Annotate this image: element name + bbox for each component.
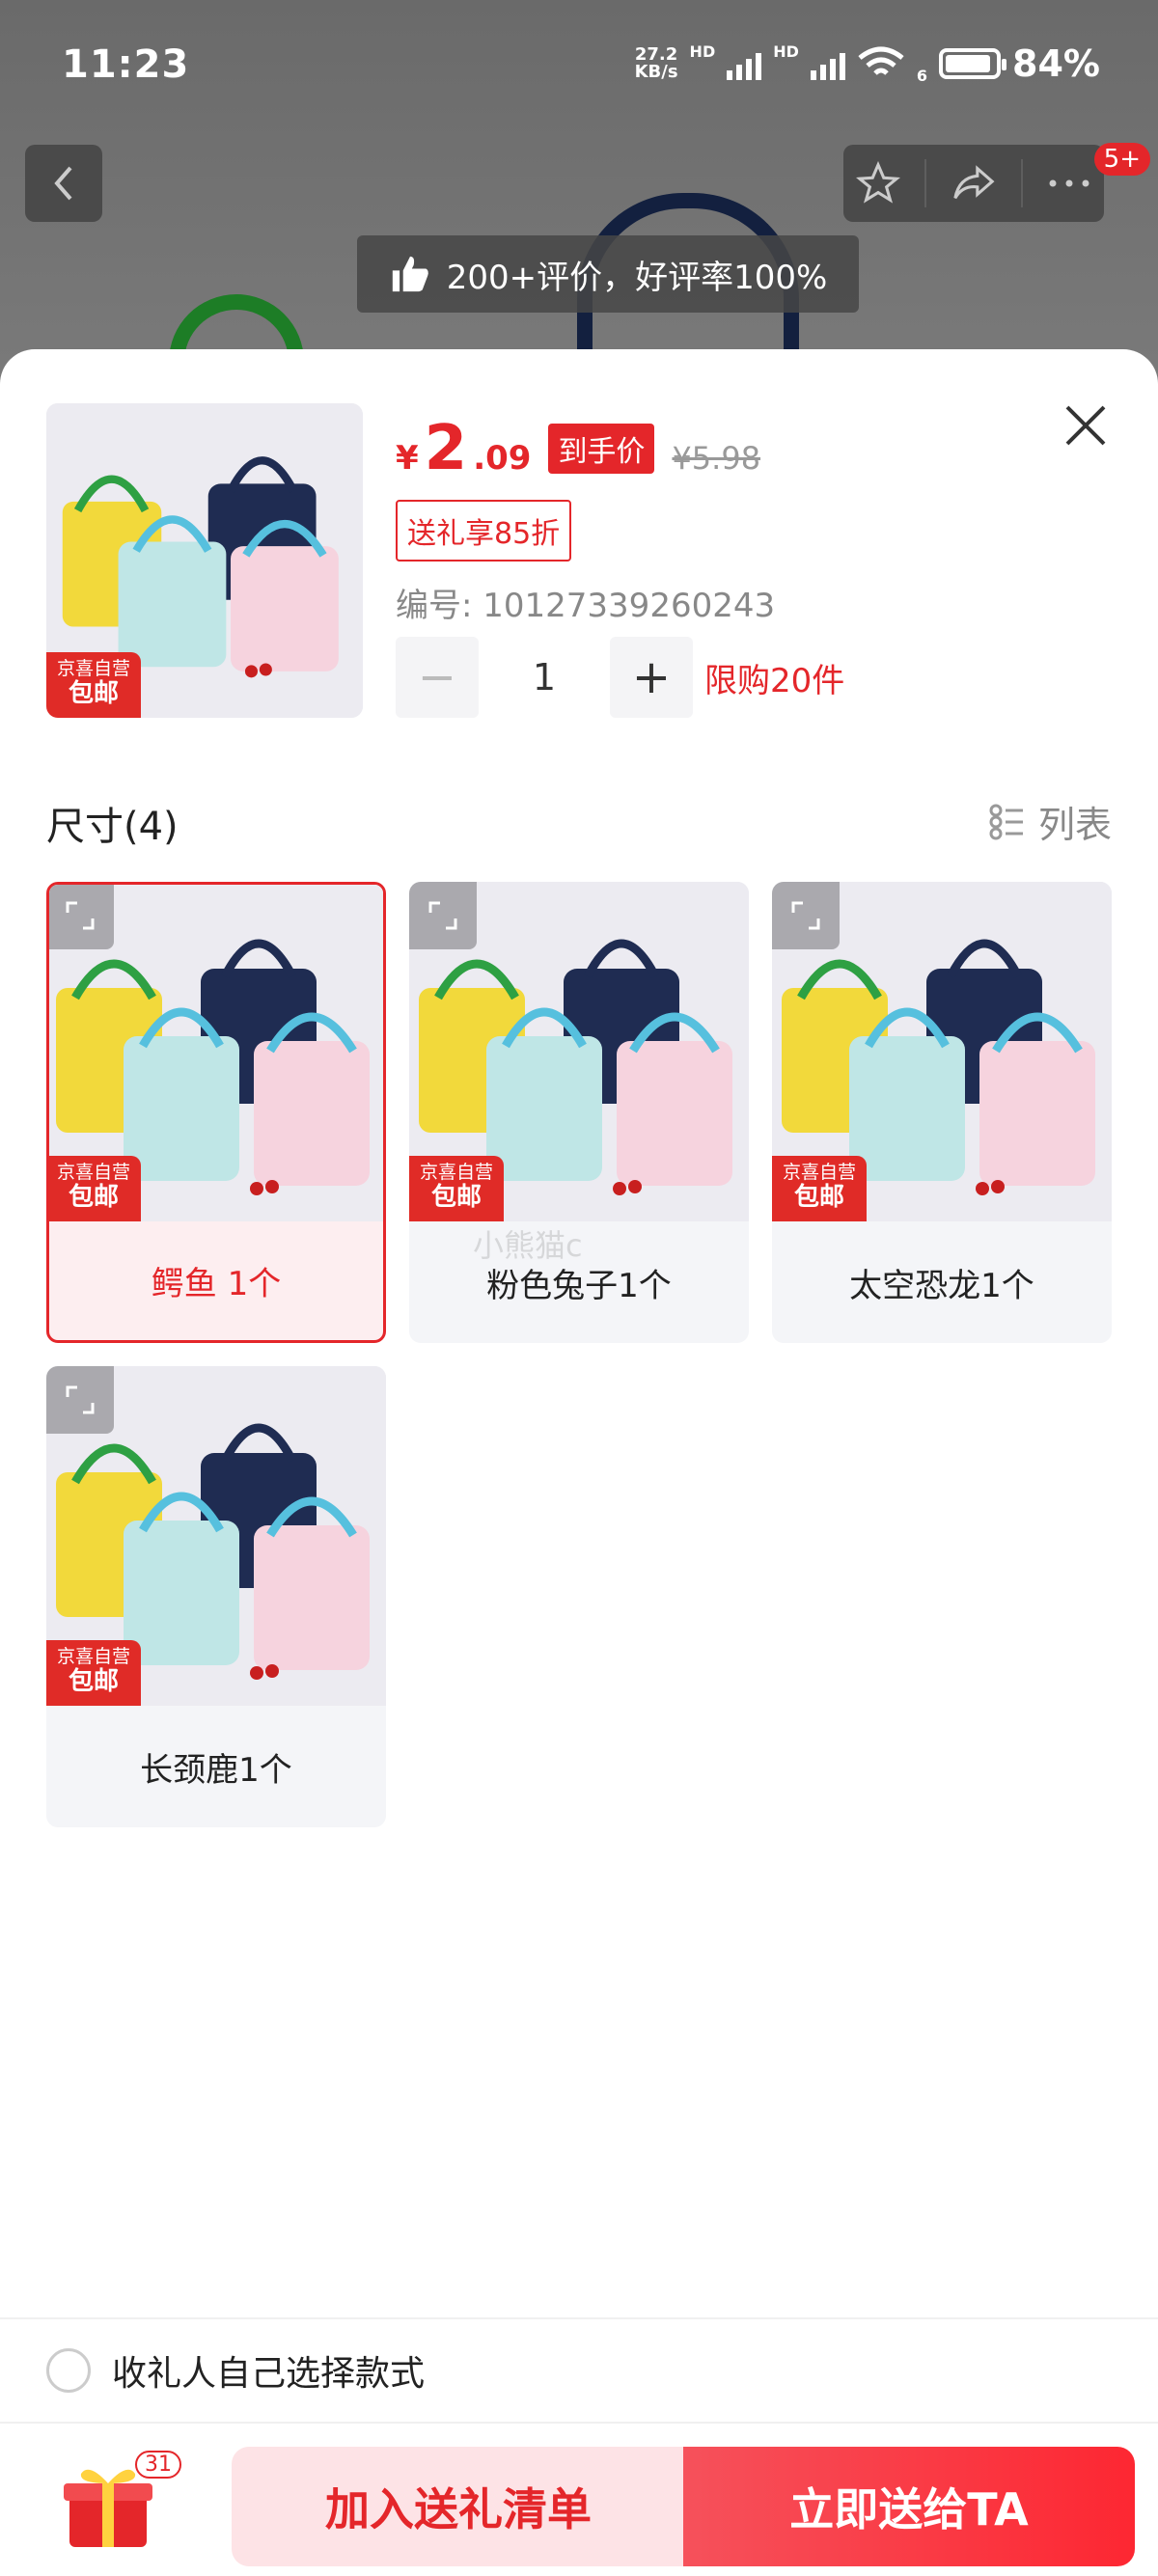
recipient-choose-radio[interactable] <box>46 2348 91 2393</box>
increase-quantity-button[interactable]: + <box>610 637 693 718</box>
badge-line1: 京喜自营 <box>56 1646 130 1667</box>
expand-icon <box>66 1385 95 1414</box>
hd-label-2: HD <box>773 42 799 61</box>
thumbs-up-icon <box>392 256 428 292</box>
purchase-limit: 限购20件 <box>704 661 845 700</box>
quantity-stepper: − 1 + 限购20件 <box>396 637 844 718</box>
badge-line1: 京喜自营 <box>782 1162 856 1183</box>
jx-self-operated-badge: 京喜自营 包邮 <box>772 1156 867 1221</box>
jx-self-operated-badge: 京喜自营 包邮 <box>46 1640 141 1706</box>
network-speed-unit: KB/s <box>634 62 678 82</box>
network-speed: 27.2 KB/s <box>635 46 678 81</box>
add-to-gift-list-button[interactable]: 加入送礼清单 <box>232 2447 685 2566</box>
battery-icon <box>939 48 1007 79</box>
expand-image-button[interactable] <box>46 1366 114 1434</box>
sku-option-card[interactable]: 京喜自营 包邮 长颈鹿1个 <box>46 1366 386 1827</box>
battery-level: 84% <box>1012 42 1100 85</box>
review-text: 200+评价，好评率100% <box>446 258 828 297</box>
product-thumbnail[interactable]: 京喜自营 包邮 <box>46 403 363 718</box>
badge-line2: 包邮 <box>68 1183 119 1212</box>
signal-icon-2 <box>810 47 845 80</box>
notification-badge: 5+ <box>1093 143 1150 176</box>
jx-self-operated-badge: 京喜自营 包邮 <box>409 1156 504 1221</box>
expand-icon <box>428 901 457 930</box>
jx-self-operated-badge: 京喜自营 包邮 <box>46 652 141 718</box>
hd-label: HD <box>689 42 716 61</box>
quantity-value[interactable]: 1 <box>479 656 610 699</box>
badge-line1: 京喜自营 <box>56 1162 130 1183</box>
final-price-tag: 到手价 <box>548 424 655 474</box>
expand-icon <box>66 901 95 930</box>
size-section-title: 尺寸(4) <box>46 805 179 849</box>
send-gift-now-button[interactable]: 立即送给TA <box>683 2447 1135 2566</box>
sku-option-image: 京喜自营 包邮 <box>409 882 749 1221</box>
list-toggle-label: 列表 <box>1037 804 1112 846</box>
jx-self-operated-badge: 京喜自营 包邮 <box>49 1156 141 1221</box>
price-row: ¥ 2 .09 到手价 ¥5.98 <box>396 413 760 484</box>
status-time: 11:23 <box>62 42 190 87</box>
badge-line1: 京喜自营 <box>419 1162 493 1183</box>
status-bar: 11:23 27.2 KB/s HD HD 6 84% <box>0 0 1158 125</box>
divider <box>1020 159 1023 207</box>
gift-list-count: 31 <box>135 2451 181 2479</box>
recipient-choose-label: 收礼人自己选择款式 <box>112 2354 426 2394</box>
star-icon[interactable] <box>855 161 900 206</box>
price-integer: 2 <box>424 413 468 484</box>
badge-line2: 包邮 <box>68 1667 119 1696</box>
chevron-left-icon <box>54 166 72 201</box>
list-icon <box>989 804 1023 839</box>
price-decimal: .09 <box>473 439 532 478</box>
sku-option-label: 长颈鹿1个 <box>140 1750 292 1790</box>
expand-icon <box>791 901 820 930</box>
sku-option-label: 鳄鱼 1个 <box>151 1265 282 1303</box>
back-button[interactable] <box>25 145 102 222</box>
sku-option-image: 京喜自营 包邮 <box>772 882 1112 1221</box>
badge-line2: 包邮 <box>793 1183 844 1212</box>
sku-option-card[interactable]: 京喜自营 包邮 粉色兔子1个 <box>409 882 749 1343</box>
gift-discount-tag: 送礼享85折 <box>396 500 572 562</box>
badge-line1: 京喜自营 <box>56 658 130 679</box>
list-view-toggle[interactable]: 列表 <box>988 795 1112 848</box>
wifi-sub: 6 <box>916 67 928 85</box>
badge-line2: 包邮 <box>68 679 119 708</box>
more-icon[interactable] <box>1047 178 1091 189</box>
expand-image-button[interactable] <box>772 882 840 949</box>
expand-image-button[interactable] <box>409 882 477 949</box>
decrease-quantity-button[interactable]: − <box>396 637 479 718</box>
bottom-action-bar: 31 加入送礼清单 立即送给TA <box>0 2433 1158 2576</box>
review-summary: 200+评价，好评率100% <box>357 235 859 313</box>
sku-option-label: 太空恐龙1个 <box>849 1266 1034 1305</box>
sku-selection-sheet: 京喜自营 包邮 ¥ 2 .09 到手价 ¥5.98 送礼享85折 编号: 101… <box>0 349 1158 2576</box>
nav-tools <box>843 145 1104 222</box>
currency-symbol: ¥ <box>396 439 419 478</box>
watermark: 小熊猫c <box>473 1227 583 1264</box>
signal-icon <box>727 47 762 80</box>
share-icon[interactable] <box>951 161 996 206</box>
sku-number: 编号: 10127339260243 <box>396 587 776 625</box>
sku-option-image: 京喜自营 包邮 <box>49 885 383 1221</box>
divider <box>924 159 927 207</box>
close-icon[interactable] <box>1060 399 1112 452</box>
recipient-choose-option[interactable]: 收礼人自己选择款式 <box>0 2317 1158 2424</box>
badge-line2: 包邮 <box>430 1183 482 1212</box>
expand-image-button[interactable] <box>49 885 114 949</box>
sku-option-card[interactable]: 京喜自营 包邮 鳄鱼 1个 <box>46 882 386 1343</box>
original-price: ¥5.98 <box>672 440 761 477</box>
status-icons: 27.2 KB/s HD HD 6 84% <box>635 42 1100 85</box>
sku-option-image: 京喜自营 包邮 <box>46 1366 386 1706</box>
wifi-icon <box>858 46 904 75</box>
sku-option-card[interactable]: 京喜自营 包邮 太空恐龙1个 <box>772 882 1112 1343</box>
